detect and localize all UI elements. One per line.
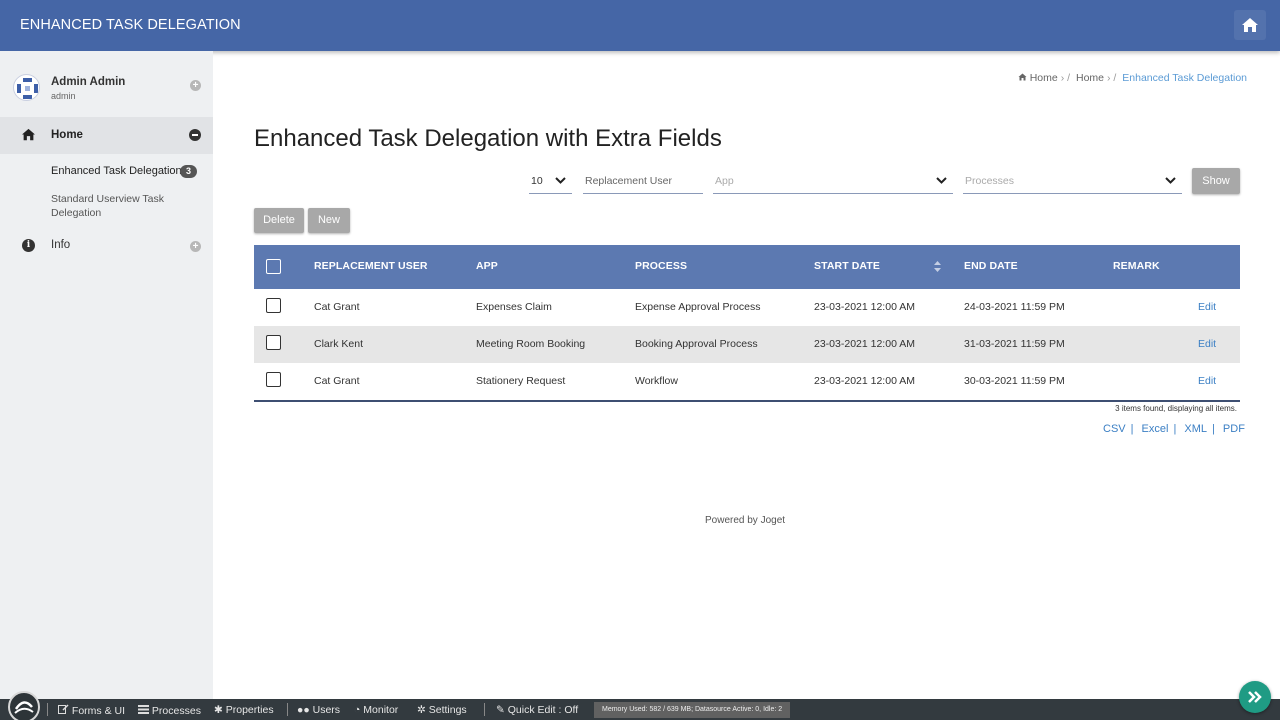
app-select[interactable]: App [713,170,953,194]
processes-select[interactable]: Processes [963,170,1182,194]
cell-end-date: 30-03-2021 11:59 PM [964,375,1065,387]
home-icon [1018,73,1027,81]
expand-info-icon[interactable]: + [190,241,201,252]
row-checkbox[interactable] [266,372,281,387]
cell-replacement-user: Clark Kent [314,338,364,350]
new-button[interactable]: New [308,208,350,233]
cell-replacement-user: Cat Grant [314,301,360,313]
admin-monitor[interactable]: ◔ Monitor [354,704,398,716]
breadcrumb-home-2[interactable]: Home [1076,72,1104,84]
edit-icon [58,704,69,714]
admin-quick-edit[interactable]: ✎ Quick Edit : Off [496,704,578,716]
home-icon [22,128,35,141]
delete-button[interactable]: Delete [254,208,304,233]
avatar [13,74,40,101]
breadcrumb: Home › / Home › / Enhanced Task Delegation [1018,72,1247,84]
page-size-select[interactable]: 10 [529,170,572,194]
gears-icon: ✲ [417,704,426,716]
home-button[interactable] [1234,10,1266,40]
users-icon: ●● [297,704,310,716]
chevron-down-icon [936,177,947,184]
chevron-down-icon [555,177,566,184]
column-start-date[interactable]: START DATE [814,260,880,272]
sidebar-item-info-label: Info [51,239,71,251]
export-links: CSV | Excel | XML | PDF [1103,423,1245,435]
sidebar-item-home[interactable]: Home [0,117,213,154]
cell-end-date: 24-03-2021 11:59 PM [964,301,1065,313]
breadcrumb-home-1[interactable]: Home [1030,72,1058,84]
cell-replacement-user: Cat Grant [314,375,360,387]
table-row: Cat Grant Expenses Claim Expense Approva… [254,289,1240,326]
edit-link[interactable]: Edit [1198,338,1216,350]
list-icon [138,705,149,714]
cell-process: Expense Approval Process [635,301,761,313]
column-remark[interactable]: REMARK [1113,260,1160,272]
count-badge: 3 [180,165,197,178]
collapse-icon[interactable] [189,129,201,141]
export-csv-link[interactable]: CSV [1103,423,1126,435]
cell-start-date: 23-03-2021 12:00 AM [814,375,915,387]
row-checkbox[interactable] [266,298,281,313]
user-username: admin [51,91,76,101]
sidebar: Admin Admin admin + Home Enhanced Task D… [0,51,213,699]
user-profile[interactable]: Admin Admin admin + [0,69,213,109]
replacement-user-input[interactable]: Replacement User [583,170,703,194]
powered-by: Powered by Joget [705,515,786,526]
cell-process: Booking Approval Process [635,338,758,350]
column-end-date[interactable]: END DATE [964,260,1018,272]
edit-link[interactable]: Edit [1198,375,1216,387]
admin-processes[interactable]: Processes [138,704,201,717]
brush-icon: ✎ [496,704,505,716]
cell-app: Meeting Room Booking [476,338,586,350]
cell-process: Workflow [635,375,678,387]
expand-user-icon[interactable]: + [190,80,201,91]
joget-logo-icon[interactable] [8,691,40,720]
double-chevron-right-icon [1248,691,1262,703]
items-found-text: 3 items found, displaying all items. [1115,404,1237,413]
delegation-table: REPLACEMENT USER APP PROCESS START DATE … [254,245,1240,402]
cell-app: Stationery Request [476,375,566,387]
top-header: ENHANCED TASK DELEGATION [0,0,1280,51]
table-header: REPLACEMENT USER APP PROCESS START DATE … [254,245,1240,289]
export-xml-link[interactable]: XML [1184,423,1207,435]
cell-start-date: 23-03-2021 12:00 AM [814,338,915,350]
export-pdf-link[interactable]: PDF [1223,423,1245,435]
page-title: Enhanced Task Delegation with Extra Fiel… [254,125,722,152]
row-checkbox[interactable] [266,335,281,350]
column-process[interactable]: PROCESS [635,260,687,272]
admin-forms-ui[interactable]: Forms & UI [58,704,125,717]
admin-bar: Forms & UI Processes ✱ Properties ●● Use… [0,691,1280,720]
user-name: Admin Admin [51,76,126,88]
table-row: Clark Kent Meeting Room Booking Booking … [254,326,1240,363]
dashboard-icon: ◔ [354,704,361,716]
select-all-checkbox[interactable] [266,259,281,274]
cell-start-date: 23-03-2021 12:00 AM [814,301,915,313]
table-row: Cat Grant Stationery Request Workflow 23… [254,363,1240,400]
info-icon: i [22,239,35,252]
admin-settings[interactable]: ✲ Settings [417,704,467,716]
export-excel-link[interactable]: Excel [1142,423,1169,435]
column-app[interactable]: APP [476,260,498,272]
cell-app: Expenses Claim [476,301,552,313]
table-bottom-border [254,400,1240,402]
app-title: ENHANCED TASK DELEGATION [20,17,241,33]
expand-panel-button[interactable] [1239,681,1271,713]
sidebar-item-standard-userview-task-delegation[interactable]: Standard Userview Task Delegation [51,192,181,220]
breadcrumb-current: Enhanced Task Delegation [1122,72,1247,84]
memory-status: Memory Used: 582 / 639 MB; Datasource Ac… [594,702,791,718]
admin-properties[interactable]: ✱ Properties [214,704,274,716]
sidebar-item-home-label: Home [51,129,83,141]
edit-link[interactable]: Edit [1198,301,1216,313]
column-replacement-user[interactable]: REPLACEMENT USER [314,260,428,272]
sort-icon[interactable] [934,261,941,272]
home-icon [1242,18,1258,32]
gear-icon: ✱ [214,704,223,716]
admin-users[interactable]: ●● Users [297,704,340,716]
chevron-down-icon [1165,177,1176,184]
sidebar-item-enhanced-task-delegation[interactable]: Enhanced Task Delegation [51,165,182,177]
show-button[interactable]: Show [1192,168,1240,194]
cell-end-date: 31-03-2021 11:59 PM [964,338,1065,350]
